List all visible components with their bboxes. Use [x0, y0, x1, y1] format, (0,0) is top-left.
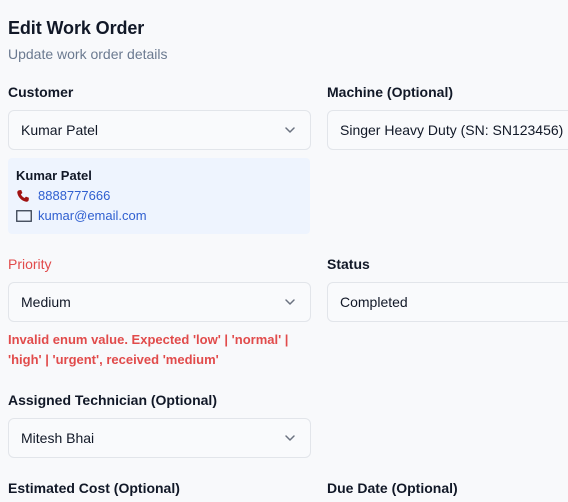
chevron-down-icon: [285, 299, 295, 305]
customer-phone-link[interactable]: 8888777666: [38, 188, 110, 204]
machine-select-value: Singer Heavy Duty (SN: SN123456): [340, 122, 564, 138]
status-select-value: Completed: [340, 294, 408, 310]
page-header: Edit Work Order Update work order detail…: [8, 16, 168, 63]
customer-email-row: kumar@email.com: [16, 208, 302, 224]
page-title: Edit Work Order: [8, 18, 145, 38]
chevron-down-icon: [285, 127, 295, 133]
phone-icon: [16, 189, 32, 203]
technician-select[interactable]: Mitesh Bhai: [8, 418, 311, 458]
customer-email-link[interactable]: kumar@email.com: [38, 208, 147, 224]
due-date-label: Due Date (Optional): [327, 480, 458, 496]
priority-error-message: Invalid enum value. Expected 'low' | 'no…: [8, 332, 289, 367]
customer-label: Customer: [8, 84, 74, 100]
priority-select[interactable]: Medium: [8, 282, 311, 322]
page-subtitle: Update work order details: [8, 46, 168, 62]
priority-label: Priority: [8, 256, 52, 272]
customer-select-value: Kumar Patel: [21, 122, 99, 138]
status-select[interactable]: Completed: [327, 282, 568, 322]
customer-card-name: Kumar Patel: [16, 168, 92, 183]
machine-label: Machine (Optional): [327, 84, 453, 100]
technician-label: Assigned Technician (Optional): [8, 392, 217, 408]
customer-phone-row: 8888777666: [16, 188, 302, 204]
machine-select[interactable]: Singer Heavy Duty (SN: SN123456): [327, 110, 568, 150]
estimated-cost-label: Estimated Cost (Optional): [8, 480, 180, 496]
status-label: Status: [327, 256, 370, 272]
customer-select[interactable]: Kumar Patel: [8, 110, 311, 150]
mail-icon: [16, 209, 32, 223]
priority-select-value: Medium: [21, 294, 71, 310]
customer-info-card: Kumar Patel 8888777666 kumar@email.com: [8, 158, 310, 234]
chevron-down-icon: [285, 435, 295, 441]
technician-select-value: Mitesh Bhai: [21, 430, 95, 446]
